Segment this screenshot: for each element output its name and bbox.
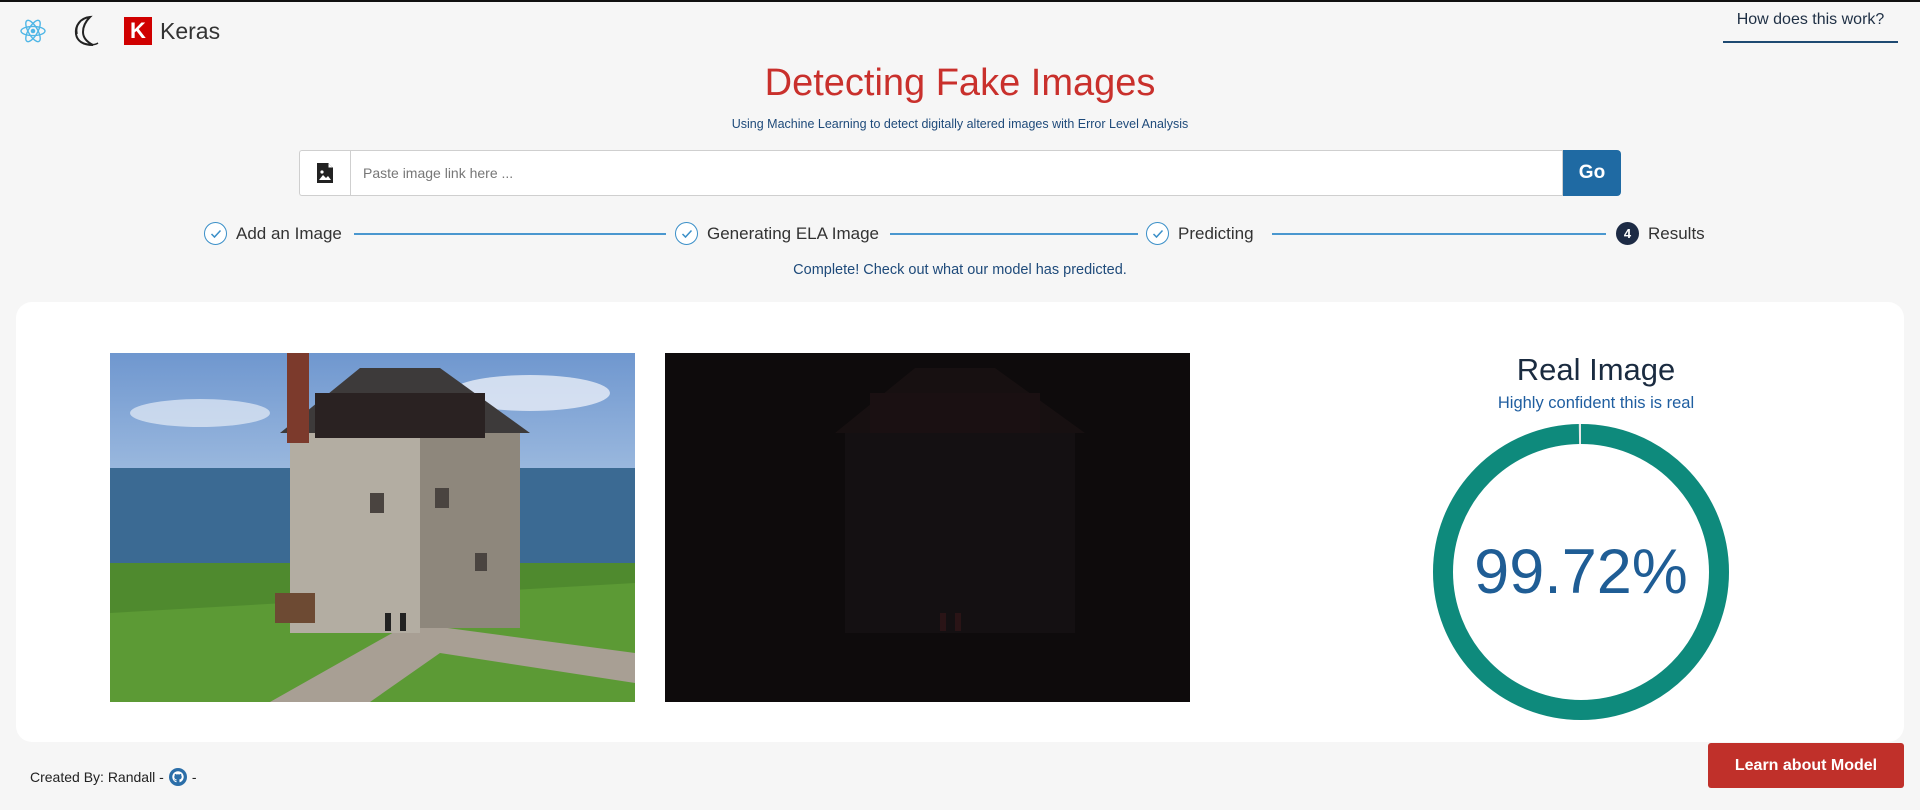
- keras-logo-icon: K: [124, 17, 152, 45]
- ela-image: [665, 353, 1190, 702]
- step-predicting: Predicting: [1146, 222, 1254, 245]
- results-card: Real Image Highly confident this is real…: [16, 302, 1904, 742]
- learn-about-model-button[interactable]: Learn about Model: [1708, 743, 1904, 788]
- created-by-text: Created By: Randall -: [30, 769, 164, 785]
- step-generating-ela: Generating ELA Image: [675, 222, 879, 245]
- step-connector: [1272, 233, 1606, 235]
- confidence-ring: 99.72%: [1431, 422, 1731, 722]
- step-number-badge: 4: [1616, 222, 1639, 245]
- result-label: Real Image: [1516, 352, 1676, 387]
- react-logo-icon: [20, 19, 46, 43]
- image-file-icon[interactable]: [299, 150, 350, 196]
- header-logos: K Keras: [18, 14, 220, 48]
- step-label: Predicting: [1178, 223, 1254, 243]
- go-button[interactable]: Go: [1563, 150, 1621, 196]
- tensorflow-logo-icon: [74, 15, 99, 46]
- result-confidence-text: Highly confident this is real: [1497, 394, 1695, 412]
- step-label: Generating ELA Image: [707, 223, 880, 243]
- check-icon: [204, 222, 227, 245]
- step-add-image: Add an Image: [204, 222, 342, 245]
- github-icon[interactable]: [168, 768, 187, 786]
- check-icon: [1146, 222, 1169, 245]
- step-label: Add an Image: [236, 223, 342, 243]
- confidence-percentage: 99.72%: [1474, 537, 1688, 607]
- step-connector: [354, 233, 666, 235]
- how-does-this-work-link[interactable]: How does this work?: [1723, 8, 1898, 43]
- image-link-input[interactable]: [350, 150, 1563, 196]
- image-url-search-bar: Go: [299, 150, 1621, 196]
- keras-logo: K Keras: [124, 17, 220, 45]
- check-icon: [675, 222, 698, 245]
- keras-logo-text: Keras: [160, 17, 221, 44]
- footer: Created By: Randall - -: [30, 768, 197, 786]
- status-message: Complete! Check out what our model has p…: [793, 262, 1127, 278]
- step-results: 4 Results: [1616, 222, 1705, 245]
- page-subtitle: Using Machine Learning to detect digital…: [731, 117, 1189, 131]
- step-connector: [890, 233, 1138, 235]
- footer-trailing-text: -: [191, 769, 197, 785]
- progress-stepper: Add an Image Generating ELA Image Predic…: [204, 222, 1705, 252]
- original-image: [110, 353, 635, 702]
- step-label: Results: [1648, 223, 1705, 243]
- page-title: Detecting Fake Images: [764, 62, 1156, 104]
